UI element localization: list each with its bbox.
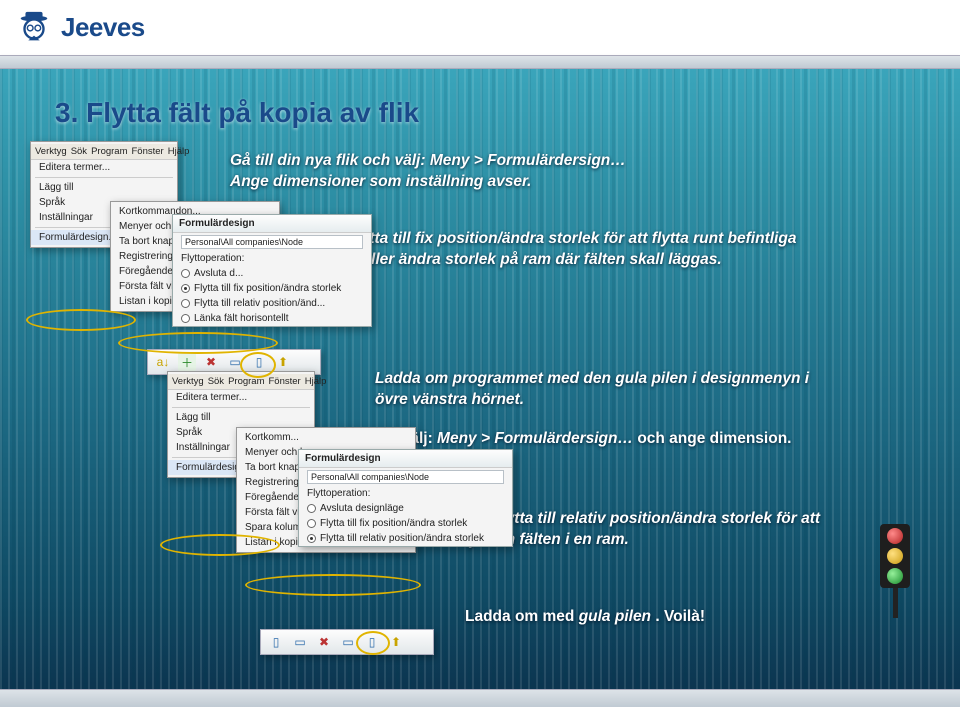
menu-item[interactable]: Editera termer... <box>168 390 314 405</box>
traffic-light-green-icon <box>887 568 903 584</box>
radio-icon[interactable] <box>307 519 316 528</box>
radio-icon[interactable] <box>307 504 316 513</box>
opt-fix[interactable]: Flytta till fix position/ändra storlek <box>320 518 467 529</box>
dialog-title: Formulärdesign <box>173 215 371 233</box>
opt-exit[interactable]: Avsluta d... <box>194 268 243 279</box>
instruction-3: Ladda om programmet med den gula pilen i… <box>375 369 825 411</box>
radio-icon[interactable] <box>181 299 190 308</box>
highlight-circle-icon <box>245 574 421 596</box>
sort-az-icon[interactable]: a↓ <box>154 353 172 371</box>
instruction-3b: gula pilen <box>615 370 687 387</box>
menu-separator <box>35 177 173 178</box>
layout-icon[interactable]: ▭ <box>339 633 357 651</box>
instruction-2: Välj Flytta till fix position/ändra stor… <box>315 229 835 271</box>
jeeves-icon <box>15 9 53 47</box>
menubar-item[interactable]: Fönster <box>269 376 301 387</box>
menubar-item[interactable]: Fönster <box>132 146 164 157</box>
traffic-light-red-icon <box>887 528 903 544</box>
instruction-6b: gula pilen <box>579 608 651 625</box>
menubar-item[interactable]: Sök <box>71 146 87 157</box>
dialog-formulardesign-1: Formulärdesign Personal\All companies\No… <box>172 214 372 327</box>
path-input[interactable]: Personal\All companies\Node <box>181 235 363 249</box>
instruction-4b: Meny > Formulärdersign… <box>437 430 633 447</box>
menu-item[interactable]: Kortkomm... <box>237 430 415 445</box>
radio-icon[interactable] <box>307 534 316 543</box>
design-toolbar-2: ▯ ▭ ✖ ▭ ▯ ⬆ <box>260 629 434 655</box>
opt-rel[interactable]: Flytta till relativ position/änd... <box>194 298 325 309</box>
dialog-title: Formulärdesign <box>299 450 512 468</box>
instruction-6a: Ladda om med <box>465 608 579 625</box>
menubar-2: Verktyg Sök Program Fönster Hjälp <box>168 374 314 390</box>
instruction-1a: Gå till din nya flik och välj: <box>230 152 430 169</box>
traffic-light-pole-icon <box>893 588 898 618</box>
menubar-item[interactable]: Verktyg <box>35 146 67 157</box>
instruction-4c: och ange dimension. <box>637 430 791 447</box>
bottom-divider <box>0 689 960 707</box>
label-flyttoperation: Flyttoperation: <box>173 251 371 266</box>
menu-item[interactable]: Lägg till <box>168 410 314 425</box>
delete-icon[interactable]: ✖ <box>315 633 333 651</box>
traffic-light-yellow-icon <box>887 548 903 564</box>
instruction-5b: Flytta till relativ position/ändra storl… <box>492 510 772 527</box>
menu-item[interactable]: Editera termer... <box>31 160 177 175</box>
instruction-1b: Meny > Formulärdersign… <box>430 152 626 169</box>
panel-icon[interactable]: ▯ <box>250 353 268 371</box>
slide-title: 3. Flytta fält på kopia av flik <box>55 97 419 129</box>
instruction-5: Välj Flytta till relativ position/ändra … <box>460 509 840 551</box>
instruction-4: Välj: Meny > Formulärdersign… och ange d… <box>400 429 880 450</box>
add-icon[interactable]: ＋ <box>178 353 196 371</box>
opt-fix[interactable]: Flytta till fix position/ändra storlek <box>194 283 341 294</box>
brand-header: Jeeves <box>0 0 960 55</box>
menubar-item[interactable]: Program <box>228 376 264 387</box>
menubar-item[interactable]: Sök <box>208 376 224 387</box>
reload-up-arrow-icon[interactable]: ⬆ <box>274 353 292 371</box>
highlight-circle-icon <box>26 309 136 331</box>
opt-rel[interactable]: Flytta till relativ position/ändra storl… <box>320 533 484 544</box>
path-input[interactable]: Personal\All companies\Node <box>307 470 504 484</box>
menubar-1: Verktyg Sök Program Fönster Hjälp <box>31 144 177 160</box>
opt-link[interactable]: Länka fält horisontellt <box>194 313 289 324</box>
menubar-item[interactable]: Program <box>91 146 127 157</box>
menu-separator <box>172 407 310 408</box>
instruction-6: Ladda om med gula pilen . Voilà! <box>465 607 815 628</box>
instruction-1c: Ange dimensioner som inställning avser. <box>230 173 531 190</box>
menubar-item[interactable]: Verktyg <box>172 376 204 387</box>
panel-icon[interactable]: ▯ <box>267 633 285 651</box>
brand-logo: Jeeves <box>15 9 145 47</box>
delete-icon[interactable]: ✖ <box>202 353 220 371</box>
dialog-formulardesign-2: Formulärdesign Personal\All companies\No… <box>298 449 513 547</box>
instruction-1: Gå till din nya flik och välj: Meny > Fo… <box>230 151 710 193</box>
radio-icon[interactable] <box>181 269 190 278</box>
label-flyttoperation: Flyttoperation: <box>299 486 512 501</box>
slide-content: 3. Flytta fält på kopia av flik Gå till … <box>0 69 960 689</box>
menubar-item[interactable]: Hjälp <box>305 376 327 387</box>
instruction-6c: . Voilà! <box>655 608 705 625</box>
layout-icon[interactable]: ▭ <box>226 353 244 371</box>
layout-icon[interactable]: ▭ <box>291 633 309 651</box>
radio-icon[interactable] <box>181 284 190 293</box>
reload-up-arrow-icon[interactable]: ⬆ <box>387 633 405 651</box>
menubar-item[interactable]: Hjälp <box>168 146 190 157</box>
menu-item[interactable]: Lägg till <box>31 180 177 195</box>
top-divider <box>0 55 960 69</box>
brand-name: Jeeves <box>61 12 145 43</box>
instruction-3a: Ladda om programmet med den <box>375 370 615 387</box>
instruction-2b: Flytta till fix position/ändra storlek <box>347 230 599 247</box>
panel-icon[interactable]: ▯ <box>363 633 381 651</box>
traffic-light-icon <box>880 524 910 618</box>
radio-icon[interactable] <box>181 314 190 323</box>
opt-exit[interactable]: Avsluta designläge <box>320 503 404 514</box>
